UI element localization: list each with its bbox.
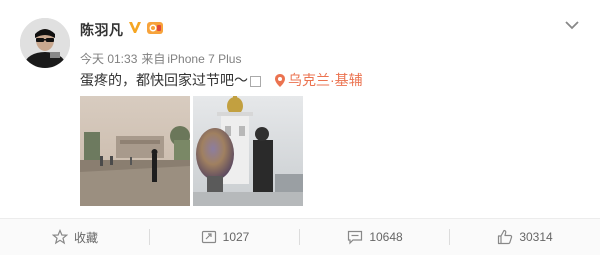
favorite-label: 收藏 <box>73 230 98 245</box>
source-prefix: 来自 <box>141 52 166 66</box>
post-time[interactable]: 今天 01:33 <box>80 52 137 66</box>
medal-icon[interactable] <box>146 20 164 41</box>
post-meta: 今天 01:33 来自 iPhone 7 Plus <box>80 50 245 67</box>
repost-count: 1027 <box>222 230 250 244</box>
thumbs-up-icon <box>498 229 513 245</box>
location-pin-icon <box>275 74 285 90</box>
repost-button[interactable]: 1027 <box>150 219 300 255</box>
favorite-button[interactable]: 收藏 <box>0 219 150 255</box>
action-bar: 收藏 1027 10648 30314 <box>0 218 600 255</box>
star-icon <box>51 229 68 245</box>
verified-v-icon <box>128 21 142 39</box>
location-link[interactable]: 乌克兰·基辅 <box>275 70 363 90</box>
emoji-placeholder-icon <box>250 75 261 87</box>
post-text: 蛋疼的，都快回家过节吧～ <box>80 72 248 88</box>
comment-icon <box>348 230 363 245</box>
comment-count: 10648 <box>369 230 403 244</box>
comment-button[interactable]: 10648 <box>300 219 450 255</box>
post-text-row: 蛋疼的，都快回家过节吧～ 乌克兰·基辅 <box>80 70 363 90</box>
post-photo-1[interactable] <box>80 96 190 206</box>
post-photo-2[interactable] <box>193 96 303 206</box>
avatar[interactable] <box>20 18 70 68</box>
repost-icon <box>201 230 216 244</box>
source-device[interactable]: iPhone 7 Plus <box>167 52 241 66</box>
like-button[interactable]: 30314 <box>450 219 600 255</box>
username[interactable]: 陈羽凡 <box>80 20 124 40</box>
location-text: 乌克兰·基辅 <box>288 72 363 88</box>
like-count: 30314 <box>519 230 553 244</box>
weibo-post-card: 陈羽凡 今天 01:33 来自 iPhone 7 Plus 蛋疼的，都快回家过节吧～… <box>0 0 600 218</box>
chevron-down-icon[interactable] <box>564 18 580 30</box>
